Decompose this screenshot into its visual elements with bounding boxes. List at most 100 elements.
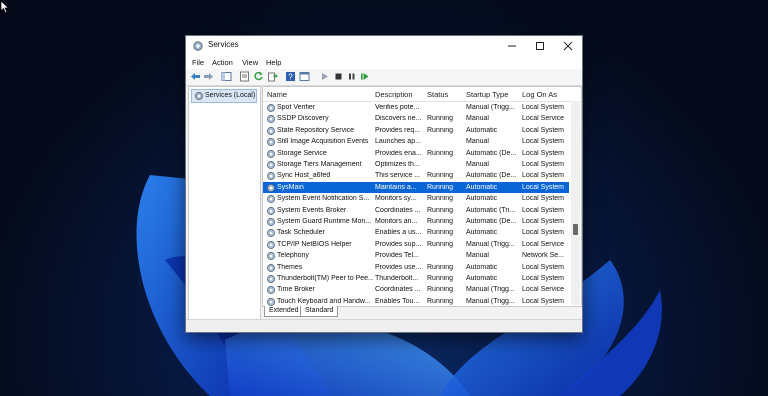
- tab-extended[interactable]: Extended: [264, 306, 304, 317]
- column-log-on-as[interactable]: Log On As: [522, 90, 557, 99]
- show-tree-icon[interactable]: [221, 71, 232, 82]
- maximize-button[interactable]: [526, 36, 554, 56]
- menu-action[interactable]: Action: [212, 58, 233, 67]
- service-startup-type: Automatic (Tri...: [466, 206, 516, 214]
- view-tabs: Extended Standard: [262, 306, 580, 317]
- service-gear-icon: [267, 161, 275, 169]
- service-gear-icon: [267, 126, 275, 135]
- service-name: System Guard Runtime Mon...: [277, 218, 372, 225]
- service-status: Running: [427, 297, 454, 305]
- service-row[interactable]: Telephony Provides Tel... Manual Network Se…: [263, 250, 569, 261]
- service-gear-icon: [267, 206, 275, 215]
- service-row[interactable]: SSDP Discovery Discovers ne... Running Manu…: [263, 113, 569, 124]
- tree-item-label: Services (Local): [205, 92, 256, 99]
- service-log-on-as: Local System: [522, 104, 565, 111]
- service-startup-type: Automatic: [466, 275, 498, 282]
- service-row[interactable]: Sync Host_a6fed This service ... Running Au…: [263, 170, 569, 181]
- stop-icon[interactable]: [333, 71, 344, 82]
- service-log-on-as: Local System: [522, 275, 565, 282]
- service-name: Storage Service: [277, 149, 327, 157]
- minimize-button[interactable]: [498, 36, 526, 56]
- service-row[interactable]: Task Scheduler Enables a us... Running Auto…: [263, 227, 569, 238]
- back-icon[interactable]: [190, 71, 201, 82]
- service-startup-type: Automatic: [466, 229, 498, 237]
- maximize-icon: [536, 42, 544, 50]
- service-name: System Event Notification S...: [277, 195, 370, 203]
- service-row[interactable]: Storage Service Provides ena... Running Aut…: [263, 148, 569, 159]
- menu-help[interactable]: Help: [266, 58, 281, 67]
- restart-icon[interactable]: [359, 71, 370, 82]
- service-log-on-as: Local Service: [522, 240, 565, 248]
- service-log-on-as: Local System: [522, 138, 565, 146]
- service-row[interactable]: System Events Broker Coordinates ... Runni…: [263, 205, 569, 216]
- service-status: Running: [427, 240, 454, 248]
- service-status: Running: [427, 172, 454, 180]
- column-name[interactable]: Name: [267, 90, 287, 99]
- service-row[interactable]: System Guard Runtime Mon... Monitors an..…: [263, 216, 569, 227]
- export-icon[interactable]: [267, 71, 278, 82]
- service-status: Running: [427, 183, 454, 191]
- service-name: Task Scheduler: [277, 229, 325, 237]
- service-gear-icon: [267, 138, 275, 147]
- service-gear-icon: [267, 286, 275, 295]
- service-description: Provides req...: [375, 126, 421, 134]
- service-log-on-as: Local Service: [522, 115, 565, 123]
- service-startup-type: Automatic: [466, 263, 498, 271]
- service-status: Running: [427, 263, 454, 271]
- service-gear-icon: [267, 172, 275, 181]
- service-row[interactable]: Still Image Acquisition Events Launches a…: [263, 136, 569, 147]
- service-description: Enables a us...: [375, 229, 422, 237]
- menu-view[interactable]: View: [242, 58, 258, 67]
- status-bar: [186, 319, 582, 332]
- column-status[interactable]: Status: [427, 90, 448, 99]
- service-startup-type: Manual: [466, 138, 489, 146]
- service-name: System Events Broker: [277, 206, 347, 214]
- service-startup-type: Manual (Trigg...: [466, 297, 515, 305]
- console-icon[interactable]: [299, 71, 310, 82]
- service-startup-type: Automatic (De...: [466, 172, 517, 180]
- refresh-icon[interactable]: [253, 71, 264, 82]
- close-icon: [563, 41, 573, 51]
- service-name: Still Image Acquisition Events: [277, 138, 369, 146]
- service-log-on-as: Local System: [522, 161, 565, 168]
- close-button[interactable]: [554, 36, 582, 56]
- service-startup-type: Automatic: [466, 126, 498, 134]
- service-row[interactable]: Time Broker Coordinates ... Running Manual …: [263, 284, 569, 295]
- help-icon[interactable]: ?: [285, 71, 296, 82]
- vertical-scrollbar[interactable]: [571, 101, 580, 305]
- service-row[interactable]: Spot Verifier Verifies pote... Manual (Tri…: [263, 102, 569, 113]
- toolbar: ?: [186, 69, 582, 86]
- service-row[interactable]: SysMain Maintains a... Running Automatic Loc…: [263, 181, 569, 194]
- service-status: Running: [427, 195, 454, 203]
- tab-standard[interactable]: Standard: [300, 306, 339, 317]
- properties-icon[interactable]: [239, 71, 250, 82]
- service-gear-icon: [267, 195, 275, 204]
- service-log-on-as: Local System: [522, 229, 565, 237]
- column-description[interactable]: Description: [375, 90, 413, 99]
- service-description: Monitors sy...: [375, 195, 417, 203]
- scrollbar-thumb[interactable]: [573, 224, 578, 235]
- service-row[interactable]: Storage Tiers Management Optimizes th... M…: [263, 159, 569, 170]
- service-row[interactable]: Thunderbolt(TM) Peer to Pee... Thunderbol…: [263, 273, 569, 284]
- title-bar[interactable]: Services: [186, 36, 582, 56]
- service-row[interactable]: State Repository Service Provides req... R…: [263, 125, 569, 136]
- column-startup-type[interactable]: Startup Type: [466, 90, 508, 99]
- service-row[interactable]: Themes Provides use... Running Automatic Loc…: [263, 262, 569, 273]
- forward-icon[interactable]: [203, 71, 214, 82]
- service-row[interactable]: System Event Notification S... Monitors s…: [263, 193, 569, 204]
- service-row[interactable]: TCP/IP NetBIOS Helper Provides sup... Runn…: [263, 239, 569, 250]
- pause-icon[interactable]: [346, 71, 357, 82]
- service-gear-icon: [267, 149, 275, 158]
- service-name: SysMain: [277, 183, 304, 191]
- mouse-cursor-icon: [0, 0, 10, 14]
- service-gear-icon: [267, 263, 275, 272]
- menu-file[interactable]: File: [192, 58, 204, 67]
- start-icon[interactable]: [319, 71, 330, 82]
- service-log-on-as: Network Se...: [522, 252, 565, 260]
- service-status: Running: [427, 149, 454, 157]
- service-name: Themes: [277, 263, 303, 271]
- service-description: Maintains a...: [375, 183, 417, 191]
- service-startup-type: Manual (Trigg...: [466, 286, 515, 294]
- service-description: This service ...: [375, 172, 421, 180]
- tree-item-services-local[interactable]: Services (Local): [191, 89, 257, 103]
